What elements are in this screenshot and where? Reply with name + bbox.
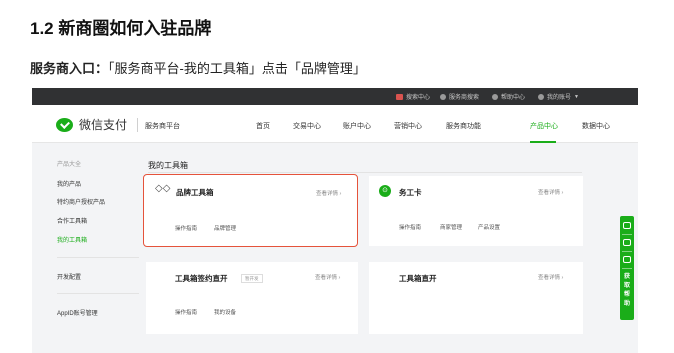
sidebar-item-authorized-products[interactable]: 特约商户授权产品: [57, 197, 105, 206]
sidebar-section-header: 产品大全: [57, 162, 82, 168]
product-settings-link[interactable]: 产品设置: [478, 223, 500, 231]
sidebar-item-appid[interactable]: AppID账号管理: [57, 308, 98, 317]
wechat-pay-logo[interactable]: 微信支付: [56, 116, 139, 133]
chevron-down-icon: ▼: [574, 93, 579, 100]
view-details-link[interactable]: 查看详情 ›: [316, 189, 341, 197]
floating-help-bar[interactable]: 获取帮助: [620, 216, 634, 320]
card-brand-toolbox[interactable]: ◇◇ 品牌工具箱 查看详情 › 操作指南 品牌管理: [143, 174, 358, 247]
card-title: 工具箱直开: [399, 274, 437, 283]
card-title: 品牌工具箱: [176, 188, 214, 197]
entry-instruction: 服务商入口：「服务商平台-我的工具箱」点击「品牌管理」: [30, 58, 366, 77]
view-details-link[interactable]: 查看详情 ›: [538, 188, 563, 196]
float-divider: [622, 268, 632, 269]
my-devices-link[interactable]: 我的设备: [214, 308, 236, 316]
operation-guide-link[interactable]: 操作指南: [175, 224, 197, 232]
status-badge: 暂开发: [241, 274, 263, 283]
operation-guide-link[interactable]: 操作指南: [175, 308, 197, 316]
sidebar-divider: [57, 293, 139, 294]
sidebar-item-my-products[interactable]: 我的产品: [57, 179, 81, 188]
wechat-pay-icon: [56, 117, 73, 132]
user-icon: [538, 93, 544, 100]
get-help-label: 获取帮助: [623, 274, 630, 307]
card-toolbox-direct[interactable]: 工具箱直开 查看详情 ›: [369, 262, 583, 334]
topbar-help-center[interactable]: 帮助中心: [492, 92, 525, 101]
entry-label: 服务商入口：: [30, 61, 109, 76]
nav-product-center[interactable]: 产品中心: [530, 121, 558, 131]
brand-diamond-icon: ◇◇: [155, 183, 171, 194]
link-icon[interactable]: [623, 222, 631, 229]
help-icon: [492, 93, 498, 100]
view-details-link[interactable]: 查看详情 ›: [538, 273, 563, 281]
nav-account-center[interactable]: 账户中心: [343, 121, 371, 131]
worker-card-icon: ⊙: [379, 185, 391, 197]
view-details-link[interactable]: 查看详情 ›: [315, 273, 340, 281]
nav-marketing-center[interactable]: 营销中心: [394, 121, 422, 131]
top-utility-bar: 搜索中心 服务商搜索 帮助中心 我的账号 ▼: [32, 88, 638, 105]
edit-icon[interactable]: [623, 256, 631, 263]
download-icon[interactable]: [623, 239, 631, 246]
card-worker-card[interactable]: ⊙ 务工卡 查看详情 › 操作指南 商家管理 产品设置: [369, 176, 583, 246]
topbar-search-center[interactable]: 搜索中心: [396, 92, 430, 101]
nav-data-center[interactable]: 数据中心: [582, 121, 610, 131]
float-divider: [622, 234, 632, 235]
merchant-management-link[interactable]: 商家管理: [440, 223, 462, 231]
get-help-button[interactable]: 获取帮助: [620, 273, 634, 309]
logo-divider: [137, 117, 139, 132]
section-heading: 1.2 新商圈如何入驻品牌: [30, 19, 212, 38]
main-navbar: 微信支付 服务商平台 首页 交易中心 账户中心 营销中心 服务商功能 产品中心 …: [32, 105, 638, 143]
sidebar-item-my-toolbox[interactable]: 我的工具箱: [57, 235, 87, 244]
platform-name: 服务商平台: [145, 123, 180, 130]
platform-screenshot: 搜索中心 服务商搜索 帮助中心 我的账号 ▼ 微信支付 服务商平台 首页 交易中…: [32, 88, 638, 353]
nav-trade-center[interactable]: 交易中心: [293, 121, 321, 131]
search-center-icon: [396, 93, 403, 100]
entry-text: 「服务商平台-我的工具箱」点击「品牌管理」: [108, 61, 366, 76]
sidebar-item-partner-toolbox[interactable]: 合作工具箱: [57, 216, 87, 225]
main-area: 产品大全 我的产品 特约商户授权产品 合作工具箱 我的工具箱 开发配置 AppI…: [32, 143, 638, 353]
page-title: 我的工具箱: [148, 161, 188, 170]
globe-icon: [440, 93, 446, 100]
card-title: 务工卡: [399, 188, 422, 197]
title-divider: [148, 172, 582, 173]
operation-guide-link[interactable]: 操作指南: [399, 223, 421, 231]
brand-management-link[interactable]: 品牌管理: [214, 224, 236, 232]
sidebar-item-dev-config[interactable]: 开发配置: [57, 272, 81, 281]
float-divider: [622, 251, 632, 252]
card-toolbox-sign-direct[interactable]: 工具箱签约直开 暂开发 查看详情 › 操作指南 我的设备: [146, 262, 358, 334]
nav-home[interactable]: 首页: [256, 121, 270, 131]
nav-provider-functions[interactable]: 服务商功能: [446, 121, 481, 131]
card-title: 工具箱签约直开: [175, 274, 228, 283]
topbar-my-account[interactable]: 我的账号 ▼: [538, 92, 579, 101]
topbar-provider-search[interactable]: 服务商搜索: [440, 92, 479, 101]
sidebar-divider: [57, 257, 139, 258]
